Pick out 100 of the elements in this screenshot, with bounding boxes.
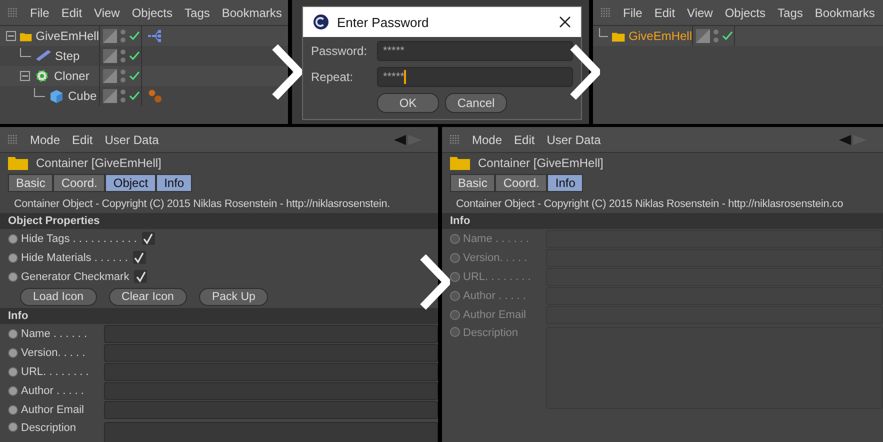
description-text: Container Object - Copyright (C) 2015 Niklas Rosenstein - http://niklasrosenstein.co	[455, 197, 844, 212]
collapse-toggle[interactable]	[20, 71, 30, 81]
tab[interactable]: Object	[105, 174, 156, 192]
chevron-icon	[272, 42, 302, 102]
keyframe-dot-icon[interactable]	[8, 234, 18, 244]
input-field[interactable]	[104, 362, 438, 380]
hierarchy-tag-icon[interactable]	[148, 29, 164, 43]
keyframe-dot-icon[interactable]	[8, 348, 18, 358]
property-label: Description	[21, 422, 78, 434]
description-text: Container Object - Copyright (C) 2015 Niklas Rosenstein - http://niklasrosenstein.	[13, 197, 391, 212]
object-name[interactable]: Cube	[68, 89, 97, 103]
collapse-toggle[interactable]	[6, 31, 16, 41]
menu-item[interactable]: File	[623, 6, 642, 20]
close-icon[interactable]	[559, 16, 571, 28]
action-button[interactable]: Pack Up	[198, 288, 268, 306]
input-field[interactable]	[104, 382, 438, 400]
tab[interactable]: Coord.	[495, 174, 548, 192]
dialog-title: Enter Password	[337, 14, 429, 30]
object-name[interactable]: GiveEmHell	[36, 29, 99, 43]
menu-item[interactable]: User Data	[104, 132, 159, 146]
keyframe-dot-icon[interactable]	[8, 366, 18, 376]
folder-icon	[450, 156, 470, 170]
menu-item[interactable]: Objects	[132, 6, 173, 20]
object-name[interactable]: Step	[55, 49, 80, 63]
chevron-icon	[570, 42, 600, 102]
tab[interactable]: Basic	[450, 174, 496, 192]
menu-item[interactable]: Edit	[654, 6, 676, 20]
keyframe-dot-icon[interactable]	[8, 404, 18, 414]
check-icon[interactable]	[722, 31, 733, 41]
keyframe-dot-icon[interactable]	[8, 272, 18, 282]
visibility-dots-icon[interactable]	[120, 69, 126, 83]
layer-toggle-icon[interactable]	[696, 29, 710, 43]
checkbox[interactable]	[142, 232, 155, 245]
back-arrow-icon[interactable]	[394, 134, 424, 144]
menu-item[interactable]: View	[94, 6, 120, 20]
grip-icon	[8, 134, 18, 144]
menu-item[interactable]: Mode	[472, 132, 502, 146]
visibility-dots-icon[interactable]	[120, 49, 126, 63]
action-button[interactable]: Clear Icon	[108, 288, 187, 306]
tab[interactable]: Coord.	[53, 174, 106, 192]
object-name[interactable]: GiveEmHell	[628, 29, 692, 43]
property-label: Version. . . . .	[463, 252, 528, 264]
grip-icon	[601, 8, 611, 18]
keyframe-dot-icon[interactable]	[8, 328, 18, 338]
layer-toggle-icon[interactable]	[103, 29, 117, 43]
checkbox[interactable]	[132, 251, 146, 264]
password-field[interactable]: *****	[377, 41, 573, 61]
chevron-icon	[420, 252, 450, 312]
input-field[interactable]	[104, 344, 438, 362]
password-field[interactable]: *****	[377, 67, 573, 87]
app-logo-icon	[313, 14, 329, 30]
menu-item[interactable]: Bookmarks	[814, 6, 875, 20]
menu-item[interactable]: Tags	[184, 6, 210, 20]
material-tag-icon[interactable]	[148, 89, 162, 103]
input-field[interactable]	[104, 400, 438, 418]
visibility-dots-icon[interactable]	[120, 89, 126, 103]
menu-item[interactable]: Bookmarks	[222, 6, 282, 20]
section-header: Object Properties	[0, 213, 438, 229]
keyframe-dot-icon[interactable]	[8, 386, 18, 396]
dialog-button[interactable]: OK	[377, 93, 439, 113]
tab[interactable]: Info	[547, 174, 584, 192]
property-label: Generator Checkmark	[21, 270, 130, 282]
property-label: Description	[463, 327, 520, 339]
property-label: Hide Tags . . . . . . . . . . .	[21, 232, 137, 244]
object-name[interactable]: Cloner	[54, 69, 90, 83]
property-label: Author . . . . .	[463, 290, 527, 302]
visibility-dots-icon[interactable]	[713, 29, 719, 43]
layer-toggle-icon[interactable]	[103, 69, 117, 83]
grip-icon	[450, 134, 460, 144]
visibility-dots-icon[interactable]	[120, 29, 126, 43]
layer-toggle-icon[interactable]	[103, 89, 117, 103]
check-icon[interactable]	[129, 71, 140, 81]
check-icon[interactable]	[129, 31, 140, 41]
dialog-button[interactable]: Cancel	[445, 93, 507, 113]
object-title: Container [GiveEmHell]	[478, 156, 604, 170]
menu-item[interactable]: View	[687, 6, 713, 20]
section-header: Info	[442, 213, 883, 229]
property-label: Hide Materials . . . . . .	[21, 252, 128, 264]
back-arrow-icon[interactable]	[839, 134, 869, 144]
keyframe-dot-icon[interactable]	[8, 422, 18, 432]
menu-item[interactable]: File	[30, 6, 50, 20]
menu-item[interactable]: Objects	[724, 6, 766, 20]
property-label: Author Email	[463, 308, 527, 320]
keyframe-dot-icon[interactable]	[8, 252, 18, 262]
menu-item[interactable]: Tags	[778, 6, 803, 20]
layer-toggle-icon[interactable]	[103, 49, 117, 63]
property-label: Name . . . . . .	[21, 328, 88, 340]
input-field[interactable]	[104, 324, 438, 342]
check-icon[interactable]	[129, 91, 140, 101]
tab[interactable]: Basic	[8, 174, 54, 192]
tab[interactable]: Info	[156, 174, 192, 192]
action-button[interactable]: Load Icon	[20, 288, 97, 306]
menu-item[interactable]: Mode	[30, 132, 60, 146]
menu-item[interactable]: Edit	[514, 132, 535, 146]
menu-item[interactable]: User Data	[546, 132, 601, 146]
check-icon[interactable]	[129, 51, 140, 61]
menu-item[interactable]: Edit	[72, 132, 93, 146]
checkbox[interactable]	[134, 270, 148, 283]
menu-item[interactable]: Edit	[61, 6, 82, 20]
gear-icon	[34, 68, 50, 84]
